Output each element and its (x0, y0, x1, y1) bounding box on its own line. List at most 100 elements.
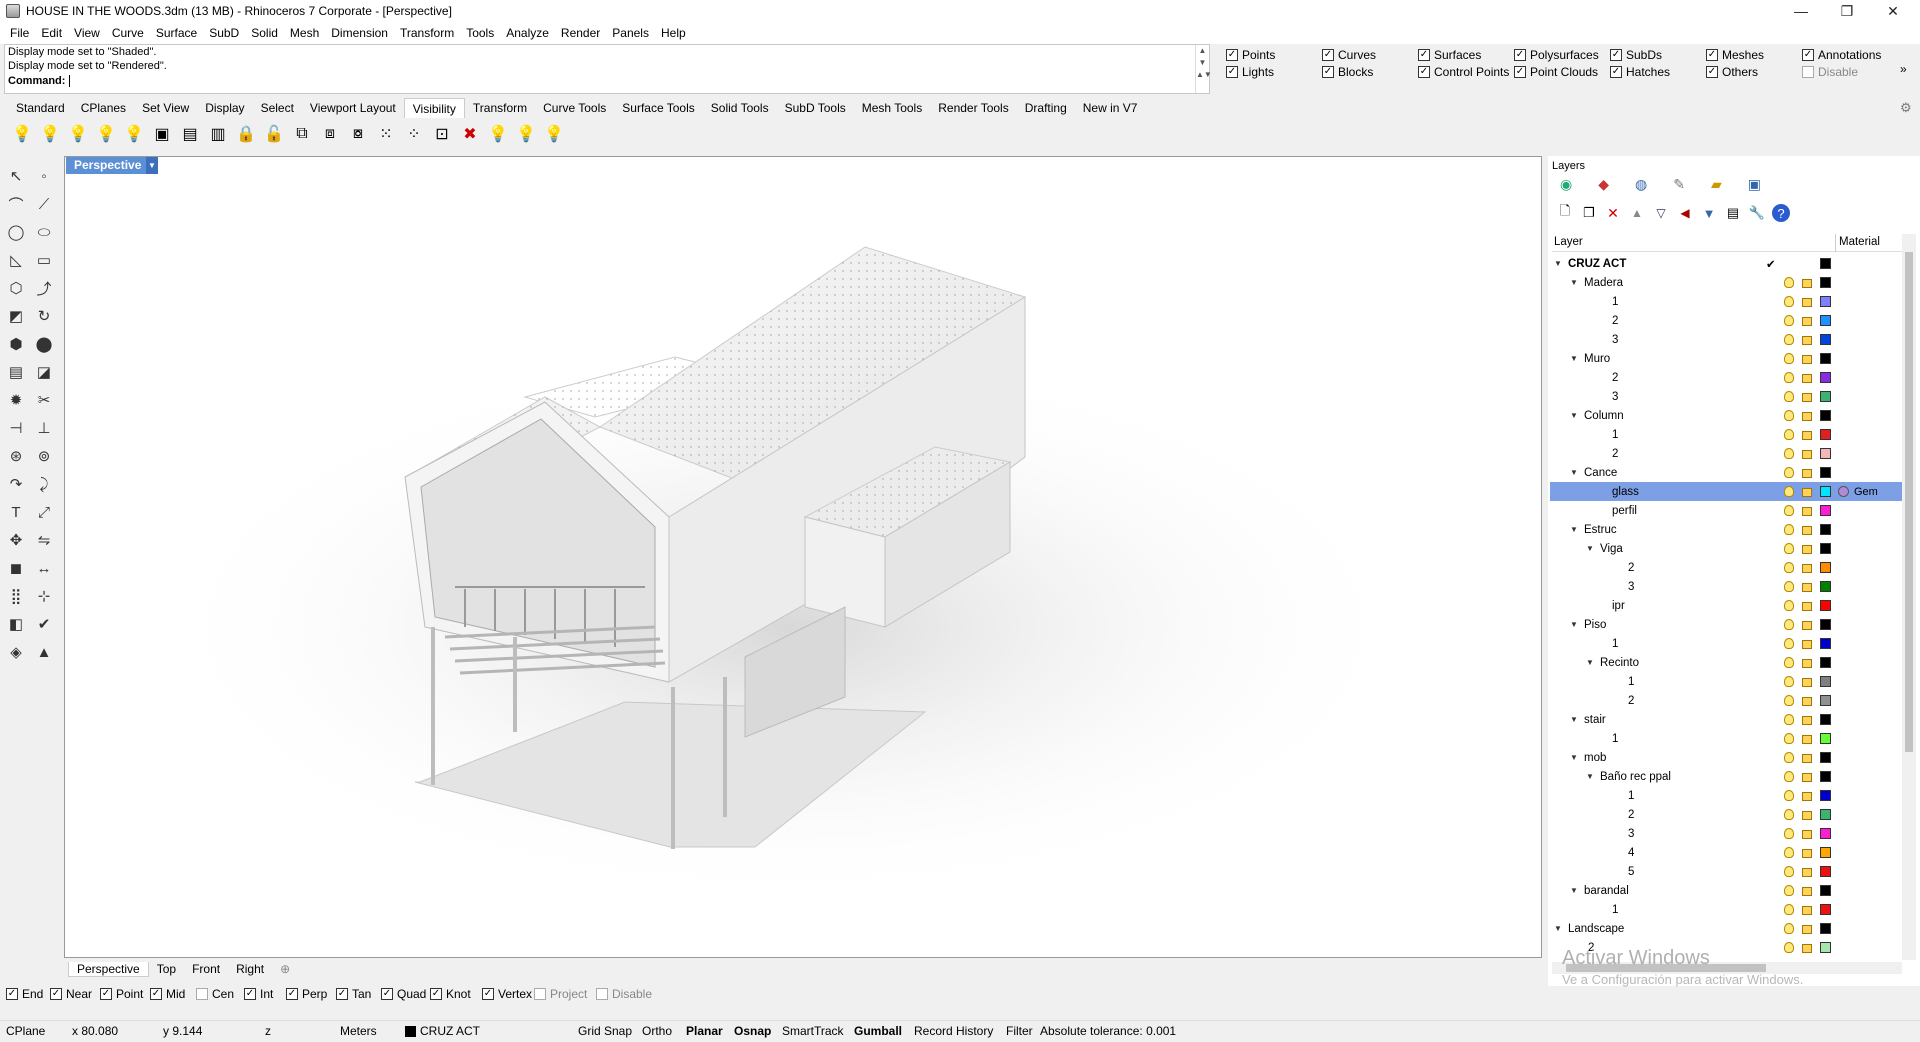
layer-color-swatch[interactable] (1820, 638, 1831, 649)
bulb-icon[interactable] (1784, 847, 1794, 858)
bulb-icon[interactable] (1784, 809, 1794, 820)
move-to-parent-icon[interactable]: ◀ (1676, 204, 1694, 222)
viewport-menu-dropdown[interactable]: ▼ (146, 157, 158, 174)
layer-color-swatch[interactable] (1820, 923, 1831, 934)
layer-row[interactable]: 1 (1550, 900, 1902, 919)
checkbox[interactable]: ✓ (381, 988, 393, 1000)
checkbox[interactable]: ✓ (1706, 49, 1718, 61)
bulb-icon[interactable] (1784, 315, 1794, 326)
lock-icon[interactable] (1802, 431, 1812, 440)
layer-color-swatch[interactable] (1820, 942, 1831, 953)
minimize-button[interactable]: — (1778, 0, 1824, 22)
lock-icon[interactable] (1802, 887, 1812, 896)
lock-icon[interactable] (1802, 697, 1812, 706)
bulb-icon[interactable] (1784, 467, 1794, 478)
bulb-icon[interactable] (1784, 733, 1794, 744)
osnap-perp[interactable]: ✓ Perp (286, 987, 327, 1001)
viewport-tab-perspective[interactable]: Perspective (68, 961, 149, 977)
checkbox[interactable]: ✓ (6, 988, 18, 1000)
lock-icon[interactable] (1802, 298, 1812, 307)
layer-color-swatch[interactable] (1820, 619, 1831, 630)
chevron-down-icon[interactable]: ▼ (1570, 411, 1578, 420)
menu-solid[interactable]: Solid (245, 26, 284, 40)
layer-color-swatch[interactable] (1820, 334, 1831, 345)
move-up-icon[interactable]: ▲ (1628, 204, 1646, 222)
chevron-down-icon[interactable]: ▼ (1570, 886, 1578, 895)
filter-point-clouds[interactable]: ✓ Point Clouds (1514, 65, 1598, 79)
array-icon[interactable]: ⣿ (4, 584, 28, 608)
bulb-icon[interactable] (1784, 353, 1794, 364)
checkbox[interactable]: ✓ (1418, 49, 1430, 61)
checkbox[interactable]: ✓ (150, 988, 162, 1000)
filter-blocks[interactable]: ✓ Blocks (1322, 65, 1373, 79)
perspective-viewport[interactable] (64, 156, 1542, 958)
checkbox[interactable]: ✓ (430, 988, 442, 1000)
tab-surface-tools[interactable]: Surface Tools (614, 98, 703, 118)
light-on-icon[interactable]: 💡 (486, 122, 510, 146)
filter-toggle[interactable]: Filter (1006, 1024, 1033, 1038)
command-input[interactable] (69, 75, 71, 87)
layer-row[interactable]: 3 (1550, 577, 1902, 596)
bulb-icon[interactable] (1784, 562, 1794, 573)
layer-row[interactable]: 1 (1550, 634, 1902, 653)
bulb-icon[interactable] (1784, 638, 1794, 649)
checkbox[interactable]: ✓ (1322, 66, 1334, 78)
layer-color-swatch[interactable] (1820, 372, 1831, 383)
tab-subd-tools[interactable]: SubD Tools (777, 98, 854, 118)
layer-row[interactable]: 3 (1550, 330, 1902, 349)
layer-color-swatch[interactable] (1820, 486, 1831, 497)
checkbox[interactable]: ✓ (1418, 66, 1430, 78)
layer-row[interactable]: ▼ Piso (1550, 615, 1902, 634)
move-icon[interactable]: ✥ (4, 528, 28, 552)
layer-row[interactable]: 1 (1550, 672, 1902, 691)
layer-row[interactable]: 2 (1550, 311, 1902, 330)
osnap-toggle[interactable]: Osnap (734, 1024, 771, 1038)
layer-row[interactable]: 3 (1550, 387, 1902, 406)
checkbox[interactable]: ✓ (244, 988, 256, 1000)
lock-icon[interactable] (1802, 659, 1812, 668)
checkbox[interactable]: ✓ (1610, 49, 1622, 61)
checkbox[interactable] (596, 988, 608, 1000)
bulb-icon[interactable]: 💡 (38, 122, 62, 146)
layer-row[interactable]: 2 (1550, 444, 1902, 463)
polyline-icon[interactable]: ⟋ (32, 192, 56, 216)
bulb-icon[interactable] (1784, 923, 1794, 934)
wrench-icon[interactable]: 🔧 (1748, 204, 1766, 222)
tab-visibility[interactable]: Visibility (403, 98, 465, 118)
layer-row[interactable]: ipr (1550, 596, 1902, 615)
layer-color-swatch[interactable] (1820, 885, 1831, 896)
chevron-down-icon[interactable]: ▼ (1570, 620, 1578, 629)
bulb-icon[interactable] (1784, 676, 1794, 687)
bulb-icon[interactable] (1784, 657, 1794, 668)
menu-surface[interactable]: Surface (150, 26, 203, 40)
layer-column-header[interactable]: Layer (1554, 236, 1583, 248)
points-off-icon[interactable]: ✖ (458, 122, 482, 146)
checkbox[interactable] (534, 988, 546, 1000)
layer-row[interactable]: ▼ CRUZ ACT ✔ (1550, 254, 1902, 273)
menu-tools[interactable]: Tools (460, 26, 500, 40)
filter-control-points[interactable]: ✓ Control Points (1418, 65, 1509, 79)
menu-curve[interactable]: Curve (106, 26, 150, 40)
viewport-tab-front[interactable]: Front (184, 962, 228, 976)
bulb-icon[interactable] (1784, 866, 1794, 877)
filter-annotations[interactable]: ✓ Annotations (1802, 48, 1881, 62)
bulb-icon[interactable]: 💡 (122, 122, 146, 146)
layers-tab-icon[interactable]: ◆ (1598, 176, 1609, 198)
chevron-down-icon[interactable]: ▼ (1554, 259, 1562, 268)
tab-cplanes[interactable]: CPlanes (73, 98, 134, 118)
lock-icon[interactable] (1802, 279, 1812, 288)
layer-color-swatch[interactable] (1820, 277, 1831, 288)
layer-color-swatch[interactable] (1820, 391, 1831, 402)
lock-icon[interactable] (1802, 830, 1812, 839)
bulb-icon[interactable] (1784, 524, 1794, 535)
bulb-icon[interactable] (1784, 410, 1794, 421)
layer-color-swatch[interactable] (1820, 866, 1831, 877)
lock-icon[interactable] (1802, 564, 1812, 573)
checkbox[interactable] (196, 988, 208, 1000)
lock-icon[interactable] (1802, 925, 1812, 934)
menu-dimension[interactable]: Dimension (325, 26, 394, 40)
checkbox[interactable]: ✓ (1514, 49, 1526, 61)
lock-icon[interactable] (1802, 849, 1812, 858)
bulb-icon[interactable] (1784, 296, 1794, 307)
lock-swap-icon[interactable]: ⧉ (290, 122, 314, 146)
